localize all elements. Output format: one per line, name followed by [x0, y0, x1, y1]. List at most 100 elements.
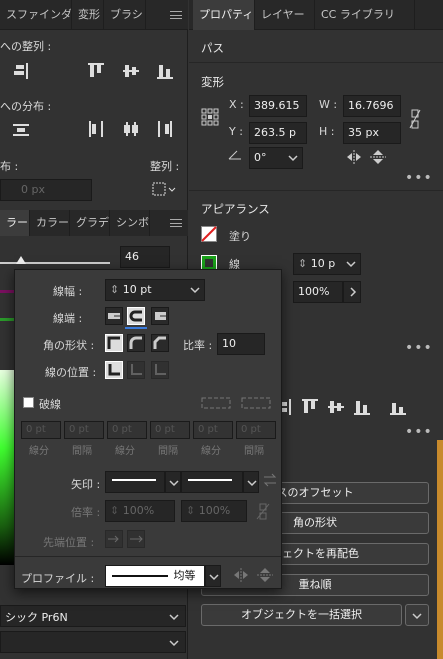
- color-panel-menu-icon[interactable]: [170, 219, 182, 227]
- w-label: W :: [319, 98, 338, 111]
- flip-profile-vertical-icon[interactable]: [257, 568, 273, 582]
- arrowhead-label: 矢印 :: [71, 478, 101, 491]
- dash-align-icon[interactable]: [241, 396, 271, 410]
- dash-gap-field[interactable]: 0 pt: [64, 421, 104, 439]
- dash-gap-label: 間隔: [244, 446, 264, 457]
- start-scale-field[interactable]: ⇕ 100%: [105, 500, 175, 522]
- x-label: X :: [229, 98, 244, 111]
- dash-gap-label: 線分: [201, 446, 221, 457]
- corner-label: 角の形状 :: [43, 339, 95, 352]
- distribute-hcenter-icon[interactable]: [122, 120, 140, 138]
- align-bottom-icon[interactable]: [353, 398, 371, 416]
- tab-gradient[interactable]: グラデ: [70, 210, 110, 236]
- fill-none-icon[interactable]: [201, 226, 217, 242]
- tab-properties[interactable]: プロパティ: [193, 0, 255, 30]
- tab-brushes[interactable]: ブラシ: [104, 0, 146, 30]
- h-field[interactable]: 35 px: [343, 122, 401, 144]
- round-cap-icon[interactable]: [127, 307, 145, 325]
- end-arrow-toggle[interactable]: [243, 471, 259, 493]
- distribute-left-icon[interactable]: [87, 120, 105, 138]
- align-vertical-center-icon[interactable]: [327, 398, 345, 416]
- chevron-right-icon: [350, 287, 357, 297]
- spacing-field[interactable]: 0 px: [0, 179, 92, 201]
- tab-color[interactable]: ラー: [0, 210, 30, 236]
- color-value-field[interactable]: 46: [120, 246, 170, 268]
- dash-gap-field[interactable]: 0 pt: [236, 421, 276, 439]
- flip-horizontal-icon[interactable]: [346, 150, 362, 164]
- projecting-cap-icon[interactable]: [151, 307, 169, 325]
- constrain-proportions-icon[interactable]: [407, 108, 423, 130]
- align-bottom-right-icon[interactable]: [389, 398, 407, 416]
- link-scale-icon[interactable]: [255, 502, 271, 520]
- opacity-field[interactable]: 100%: [293, 281, 343, 303]
- tab-cc-libraries[interactable]: CC ライブラリ: [315, 0, 415, 30]
- align-stroke-center-icon[interactable]: [105, 361, 123, 379]
- align-vertical-center-icon[interactable]: [122, 62, 140, 80]
- dash-gap-label: 間隔: [158, 446, 178, 457]
- dash-gap-label: 線分: [29, 446, 49, 457]
- select-same-button[interactable]: オブジェクトを一括選択: [201, 604, 402, 626]
- slider-thumb-icon[interactable]: [16, 256, 26, 264]
- tab-layers[interactable]: レイヤー: [255, 0, 315, 30]
- dashed-line-checkbox[interactable]: [23, 397, 34, 408]
- dash-gap-field[interactable]: 0 pt: [150, 421, 190, 439]
- dash-gap-field[interactable]: 0 pt: [21, 421, 61, 439]
- miter-join-icon[interactable]: [105, 334, 123, 352]
- arrow-tip-end-icon[interactable]: [127, 530, 145, 548]
- chevron-down-icon: [346, 261, 356, 268]
- arrow-scale-label: 倍率 :: [71, 506, 101, 519]
- angle-value: 0°: [254, 151, 267, 164]
- popup-stroke-weight-field[interactable]: ⇕ 10 pt: [105, 279, 205, 301]
- angle-field[interactable]: 0°: [249, 147, 303, 169]
- opacity-dropdown[interactable]: [343, 281, 361, 303]
- appearance-more-icon[interactable]: •••: [405, 340, 433, 356]
- stroke-weight-field[interactable]: ⇕ 10 p: [293, 253, 361, 275]
- rotate-angle-icon: [228, 150, 241, 160]
- dash-preserve-icon[interactable]: [201, 396, 231, 410]
- flip-vertical-icon[interactable]: [370, 150, 386, 164]
- round-join-icon[interactable]: [127, 334, 145, 352]
- align-more-icon[interactable]: •••: [405, 424, 433, 440]
- distribute-objects-label: への分布 :: [0, 100, 52, 113]
- select-same-dropdown[interactable]: [405, 604, 429, 626]
- end-scale-field[interactable]: ⇕ 100%: [181, 500, 247, 522]
- font-style-dropdown[interactable]: [0, 631, 186, 653]
- tab-pathfinder[interactable]: スファインダー: [0, 0, 72, 30]
- chevron-down-icon: [169, 614, 179, 621]
- more-options-icon[interactable]: •••: [405, 170, 433, 186]
- flip-profile-horizontal-icon[interactable]: [233, 568, 249, 582]
- tab-symbols[interactable]: シンボ: [110, 210, 150, 236]
- align-bottom-left-icon[interactable]: [12, 62, 30, 80]
- align-top-icon[interactable]: [301, 398, 319, 416]
- align-stroke-inside-icon[interactable]: [127, 361, 145, 379]
- miter-limit-field[interactable]: 10: [217, 333, 265, 355]
- align-to-selection-icon[interactable]: [152, 180, 178, 198]
- path-title: パス: [201, 41, 224, 55]
- align-stroke-outside-icon[interactable]: [151, 361, 169, 379]
- panel-menu-icon[interactable]: [170, 11, 182, 19]
- swap-arrows-icon[interactable]: [263, 473, 277, 487]
- arrow-tip-beyond-icon[interactable]: [105, 530, 123, 548]
- tab-color-guide[interactable]: カラー: [30, 210, 70, 236]
- profile-toggle[interactable]: [205, 565, 221, 587]
- butt-cap-icon[interactable]: [105, 307, 123, 325]
- profile-dropdown[interactable]: 均等: [105, 565, 205, 587]
- stroke-options-popup: 線幅 : ⇕ 10 pt 線端 : 角の形状 : 比率 : 10 線の位置 : …: [14, 269, 282, 589]
- x-field[interactable]: 389.615: [249, 95, 307, 117]
- tab-transform[interactable]: 変形: [72, 0, 104, 30]
- dash-gap-field[interactable]: 0 pt: [107, 421, 147, 439]
- y-field[interactable]: 263.5 p: [249, 122, 307, 144]
- font-family-dropdown[interactable]: シック Pr6N: [0, 605, 186, 627]
- align-bottom-icon[interactable]: [156, 62, 174, 80]
- bevel-join-icon[interactable]: [151, 334, 169, 352]
- dash-gap-field[interactable]: 0 pt: [193, 421, 233, 439]
- reference-point-icon[interactable]: [201, 108, 219, 126]
- distribute-spacing-label: 布 :: [0, 160, 19, 173]
- start-arrow-toggle[interactable]: [165, 471, 181, 493]
- start-arrow-dropdown[interactable]: [105, 471, 165, 493]
- distribute-center-icon[interactable]: [12, 120, 30, 138]
- align-top-icon[interactable]: [87, 62, 105, 80]
- end-arrow-dropdown[interactable]: [181, 471, 243, 493]
- distribute-right-icon[interactable]: [156, 120, 174, 138]
- w-field[interactable]: 16.7696: [343, 95, 401, 117]
